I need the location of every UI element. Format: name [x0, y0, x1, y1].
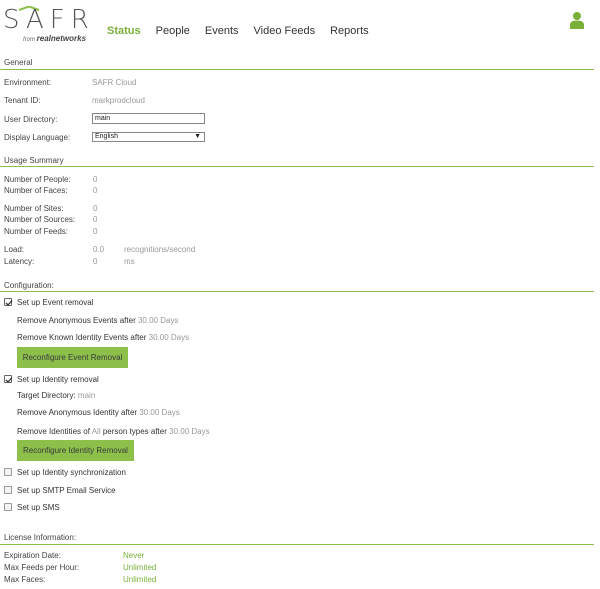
license-section-title: License Information:	[4, 533, 77, 542]
all-identities-value: 30.00 Days	[169, 427, 210, 436]
anonymous-identity-setting: Remove Anonymous Identity after 30.00 Da…	[17, 408, 180, 417]
all-identities-setting: Remove Identities of All person types af…	[17, 427, 210, 436]
latency-label: Latency:	[4, 257, 35, 266]
user-directory-label: User Directory:	[4, 115, 58, 124]
configuration-section-title: Configuration:	[4, 281, 54, 290]
people-count-label: Number of People:	[4, 175, 71, 184]
feeds-count-value: 0	[93, 227, 98, 236]
load-unit: recognitions/second	[124, 245, 196, 254]
smtp-checkbox[interactable]	[4, 486, 12, 494]
all-identities-suffix: person types after	[102, 427, 167, 436]
environment-value: SAFR Cloud	[92, 78, 137, 87]
target-directory-prefix: Target Directory:	[17, 391, 76, 400]
event-removal-checkbox[interactable]	[4, 298, 13, 306]
logo-brand: realnetworks	[36, 34, 87, 43]
known-events-value: 30.00 Days	[148, 333, 190, 342]
logo-wordmark: SAFR	[3, 5, 95, 35]
nav-video-feeds[interactable]: Video Feeds	[254, 25, 316, 37]
usage-divider	[0, 166, 594, 167]
max-faces-label: Max Faces:	[4, 575, 46, 584]
smtp-label: Set up SMTP Email Service	[17, 486, 116, 495]
faces-count-value: 0	[93, 186, 98, 195]
nav-events[interactable]: Events	[205, 25, 239, 37]
expiration-label: Expiration Date:	[4, 551, 61, 560]
tenant-value: markprodcloud	[92, 96, 145, 105]
anonymous-identity-value: 30.00 Days	[139, 408, 180, 417]
sms-label: Set up SMS	[17, 503, 60, 512]
max-feeds-value: Unlimited	[123, 563, 157, 572]
anonymous-identity-prefix: Remove Anonymous Identity after	[17, 408, 138, 417]
anonymous-events-value: 30.00 Days	[137, 316, 179, 325]
logo-from: from	[23, 37, 35, 43]
configuration-divider	[0, 291, 594, 292]
max-feeds-label: Max Feeds per Hour:	[4, 563, 80, 572]
main-nav: Status People Events Video Feeds Reports	[107, 25, 384, 37]
checkmark-icon	[5, 300, 13, 306]
checkmark-icon	[5, 377, 13, 383]
sms-checkbox[interactable]	[4, 503, 12, 511]
display-language-value: English	[95, 133, 118, 140]
reconfigure-event-removal-button[interactable]: Reconfigure Event Removal	[17, 347, 128, 368]
display-language-label: Display Language:	[4, 133, 71, 142]
identity-removal-label: Set up Identity removal	[17, 375, 99, 384]
latency-unit: ms	[124, 257, 135, 266]
nav-status[interactable]: Status	[107, 25, 141, 37]
load-value: 0.0	[93, 245, 105, 254]
app-header: SAFR from realnetworks Status People Eve…	[0, 0, 600, 50]
reconfigure-identity-removal-button[interactable]: Reconfigure Identity Removal	[17, 440, 134, 461]
identity-sync-label: Set up Identity synchronization	[17, 468, 126, 477]
general-section-title: General	[4, 58, 33, 67]
nav-people[interactable]: People	[156, 25, 190, 37]
usage-section-title: Usage Summary	[4, 156, 64, 165]
sources-count-value: 0	[93, 215, 98, 224]
display-language-select[interactable]: English ▼	[92, 132, 205, 142]
tenant-label: Tenant ID:	[4, 96, 41, 105]
license-divider	[0, 544, 594, 545]
sites-count-value: 0	[93, 204, 98, 213]
feeds-count-label: Number of Feeds:	[4, 227, 69, 236]
safr-logo[interactable]: SAFR from realnetworks	[3, 5, 93, 45]
identity-removal-checkbox[interactable]	[4, 375, 13, 383]
people-count-value: 0	[93, 175, 98, 184]
chevron-down-icon: ▼	[194, 133, 201, 140]
known-events-setting: Remove Known Identity Events after 30.00…	[17, 333, 189, 342]
faces-count-label: Number of Faces:	[4, 186, 68, 195]
general-divider	[0, 69, 594, 70]
sources-count-label: Number of Sources:	[4, 215, 76, 224]
event-removal-label: Set up Event removal	[17, 298, 94, 307]
logo-byline: from realnetworks	[23, 34, 86, 43]
expiration-value: Never	[123, 551, 145, 560]
known-events-prefix: Remove Known Identity Events after	[17, 333, 147, 342]
identity-sync-checkbox[interactable]	[4, 468, 12, 476]
target-directory-setting: Target Directory: main	[17, 391, 95, 400]
sites-count-label: Number of Sites:	[4, 204, 64, 213]
environment-label: Environment:	[4, 78, 52, 87]
user-icon[interactable]	[570, 11, 584, 29]
max-faces-value: Unlimited	[123, 575, 157, 584]
target-directory-value: main	[77, 391, 96, 400]
anonymous-events-setting: Remove Anonymous Events after 30.00 Days	[17, 316, 178, 325]
nav-reports[interactable]: Reports	[330, 25, 369, 37]
anonymous-events-prefix: Remove Anonymous Events after	[17, 316, 136, 325]
all-identities-person-types: All	[91, 427, 101, 436]
all-identities-prefix: Remove Identities of	[17, 427, 90, 436]
load-label: Load:	[4, 245, 25, 254]
latency-value: 0	[93, 257, 98, 266]
user-directory-input[interactable]: main	[92, 113, 205, 124]
